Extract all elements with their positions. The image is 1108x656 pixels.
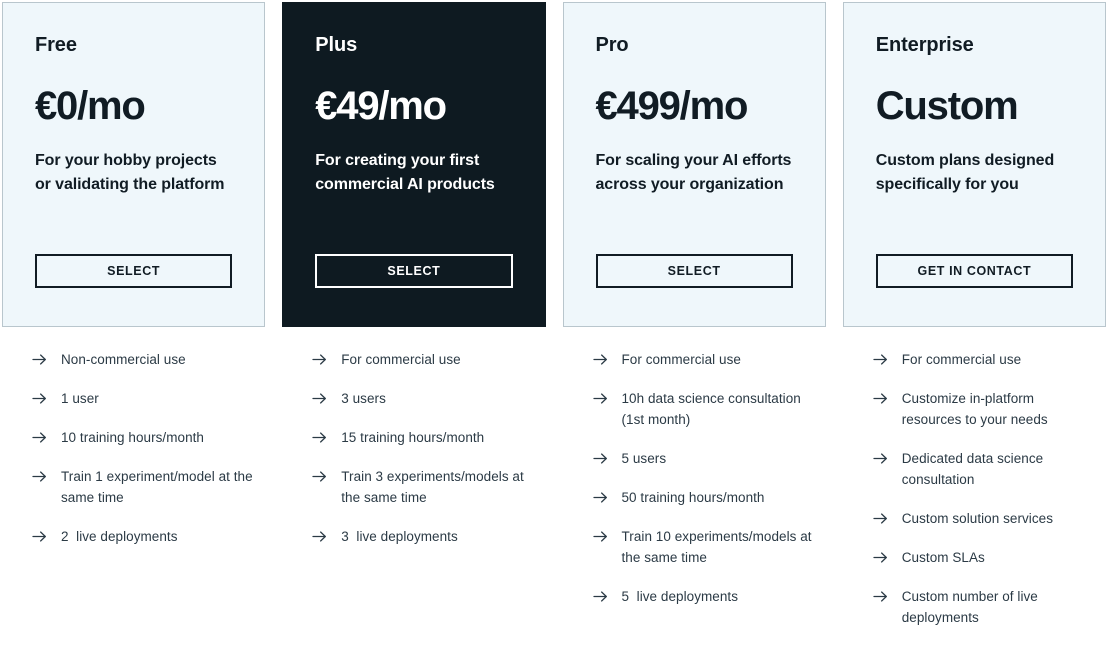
feature-label: 5 live deployments [621, 589, 739, 604]
feature-label: Custom number of live deployments [901, 589, 1042, 625]
plan-name: Plus [315, 34, 358, 56]
plan-cards-row: Free €0/mo For your hobby projects or va… [0, 0, 1108, 327]
feature-item: Custom SLAs [872, 547, 1096, 568]
feature-label: For commercial use [341, 352, 461, 367]
feature-list-pro: For commercial use 10h data science consu… [563, 349, 826, 646]
feature-label: For commercial use [901, 352, 1022, 367]
feature-list-plus: For commercial use 3 users 15 training hou… [282, 349, 545, 646]
arrow-right-icon [592, 588, 609, 605]
arrow-right-icon [872, 510, 889, 527]
feature-label: 10 training hours/month [61, 430, 204, 445]
pricing-page: Free €0/mo For your hobby projects or va… [0, 0, 1108, 656]
plan-name: Enterprise [875, 34, 974, 56]
plan-price: €0/mo [35, 84, 146, 128]
arrow-right-icon [872, 450, 889, 467]
select-button-plus[interactable]: SELECT [315, 254, 513, 288]
feature-label: 50 training hours/month [621, 490, 765, 505]
arrow-right-icon [872, 390, 889, 407]
arrow-right-icon [31, 429, 48, 446]
feature-item: For commercial use [311, 349, 535, 370]
arrow-right-icon [592, 390, 609, 407]
feature-list-enterprise: For commercial use Customize in-platform … [843, 349, 1106, 646]
feature-label: Train 10 experiments/models at the same … [621, 529, 816, 565]
feature-item: Train 3 experiments/models at the same t… [311, 466, 535, 508]
arrow-right-icon [311, 528, 328, 545]
arrow-right-icon [311, 390, 328, 407]
arrow-right-icon [31, 528, 48, 545]
arrow-right-icon [311, 429, 328, 446]
feature-item: 15 training hours/month [311, 427, 535, 448]
feature-label: Train 3 experiments/models at the same t… [341, 469, 528, 505]
feature-item: Customize in-platform resources to your … [872, 388, 1096, 430]
feature-label: Custom SLAs [901, 550, 985, 565]
feature-label: 2 live deployments [61, 529, 178, 544]
feature-item: 50 training hours/month [592, 487, 816, 508]
arrow-right-icon [592, 351, 609, 368]
feature-item: Non-commercial use [31, 349, 255, 370]
feature-label: Train 1 experiment/model at the same tim… [61, 469, 257, 505]
feature-label: For commercial use [621, 352, 741, 367]
feature-label: 3 users [341, 391, 386, 406]
plan-features-row: Non-commercial use 1 user 10 training hour… [0, 327, 1108, 646]
feature-item: 1 user [31, 388, 255, 409]
arrow-right-icon [31, 390, 48, 407]
plan-card-pro: Pro €499/mo For scaling your AI efforts … [562, 2, 826, 327]
feature-item: 3 live deployments [311, 526, 535, 547]
feature-label: 3 live deployments [341, 529, 458, 544]
arrow-right-icon [311, 351, 328, 368]
arrow-right-icon [872, 549, 889, 566]
feature-item: Custom solution services [872, 508, 1096, 529]
feature-label: Customize in-platform resources to your … [901, 391, 1048, 427]
feature-item: 5 users [592, 448, 816, 469]
feature-label: 15 training hours/month [341, 430, 485, 445]
select-button-pro[interactable]: SELECT [595, 254, 793, 288]
feature-item: Dedicated data science consultation [872, 448, 1096, 490]
arrow-right-icon [592, 450, 609, 467]
get-in-contact-button[interactable]: GET IN CONTACT [875, 254, 1073, 288]
feature-label: Non-commercial use [61, 352, 186, 367]
feature-item: 2 live deployments [31, 526, 255, 547]
plan-description: Custom plans designed specifically for y… [875, 152, 1055, 193]
feature-label: 5 users [621, 451, 667, 466]
arrow-right-icon [31, 468, 48, 485]
plan-card-plus: Plus €49/mo For creating your first comm… [282, 2, 546, 327]
feature-item: 10h data science consultation (1st month… [592, 388, 816, 430]
feature-label: Custom solution services [901, 511, 1054, 526]
plan-price: €49/mo [315, 84, 447, 128]
feature-item: 10 training hours/month [31, 427, 255, 448]
arrow-right-icon [31, 351, 48, 368]
plan-card-enterprise: Enterprise Custom Custom plans designed … [842, 2, 1106, 327]
plan-description: For creating your first commercial AI pr… [315, 152, 495, 193]
feature-item: Custom number of live deployments [872, 586, 1096, 628]
feature-item: For commercial use [592, 349, 816, 370]
feature-item: 3 users [311, 388, 535, 409]
plan-description: For your hobby projects or validating th… [35, 152, 225, 193]
plan-price: Custom [875, 84, 1019, 128]
arrow-right-icon [592, 489, 609, 506]
select-button-free[interactable]: SELECT [35, 254, 233, 288]
plan-name: Free [35, 34, 77, 56]
feature-item: Train 1 experiment/model at the same tim… [31, 466, 255, 508]
feature-label: 1 user [61, 391, 99, 406]
arrow-right-icon [311, 468, 328, 485]
feature-item: 5 live deployments [592, 586, 816, 607]
plan-description: For scaling your AI efforts across your … [595, 152, 792, 193]
plan-name: Pro [595, 34, 629, 56]
feature-label: 10h data science consultation (1st month… [621, 391, 805, 427]
feature-item: For commercial use [872, 349, 1096, 370]
feature-label: Dedicated data science consultation [901, 451, 1048, 487]
plan-price: €499/mo [595, 84, 749, 128]
arrow-right-icon [592, 528, 609, 545]
arrow-right-icon [872, 588, 889, 605]
feature-list-free: Non-commercial use 1 user 10 training hour… [2, 349, 265, 646]
feature-item: Train 10 experiments/models at the same … [592, 526, 816, 568]
plan-card-free: Free €0/mo For your hobby projects or va… [2, 2, 266, 327]
arrow-right-icon [872, 351, 889, 368]
